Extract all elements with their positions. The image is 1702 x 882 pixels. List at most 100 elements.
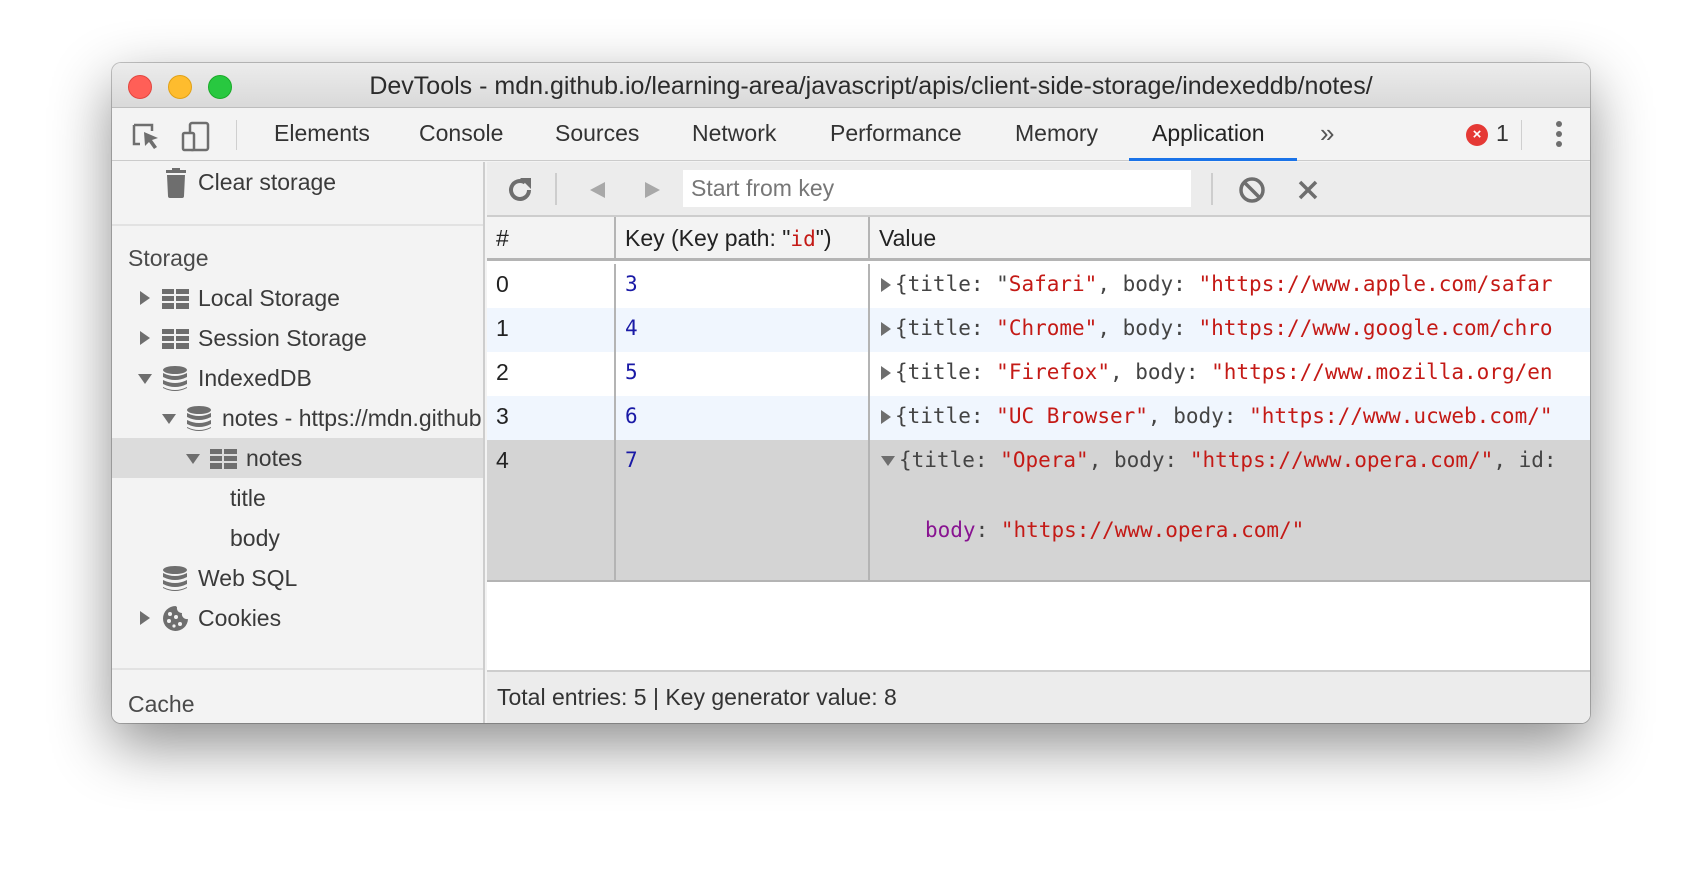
device-toolbar-button[interactable] [180,120,212,152]
next-page-button[interactable] [637,175,667,205]
devtools-window: DevTools - mdn.github.io/learning-area/j… [112,63,1590,723]
sidebar-item-web-sql[interactable]: Web SQL [112,558,483,598]
expand-arrow-icon[interactable] [881,366,891,380]
row-index: 0 [496,271,509,297]
storage-section-heading: Storage [128,245,209,271]
expand-arrow-icon[interactable] [881,322,891,336]
refresh-icon [509,178,531,201]
key-path: id [790,227,816,251]
database-icon [163,566,187,591]
expand-arrow-icon[interactable] [140,331,150,345]
kebab-dot [1556,131,1562,137]
more-tabs-button[interactable]: » [1320,108,1334,161]
table-row[interactable]: 1 4 {title: "Chrome", body: "https://www… [487,308,1590,352]
table-row[interactable]: 0 3 {title: "Safari", body: "https://www… [487,264,1590,308]
sidebar-item-label: IndexedDB [198,365,312,391]
sidebar-item-label: Local Storage [198,285,340,311]
collapse-arrow-icon[interactable] [881,456,895,466]
row-index: 1 [496,315,509,341]
column-header-key[interactable]: Key (Key path: "id") [614,217,868,258]
grid-header: # Key (Key path: "id") Value [487,217,1590,261]
body-value: https://www.opera.com/ [1202,448,1481,472]
expand-arrow-icon[interactable] [881,278,891,292]
expand-arrow-icon[interactable] [140,291,150,305]
title-bar: DevTools - mdn.github.io/learning-area/j… [112,63,1590,108]
table-icon [162,329,189,349]
key-header-prefix: Key (Key path: " [625,225,791,251]
sidebar-item-label: Session Storage [198,325,367,351]
cache-section-heading: Cache [128,691,195,717]
start-from-key-input[interactable] [683,170,1191,207]
title-value: Chrome [1008,316,1085,340]
more-options-button[interactable] [1555,121,1563,149]
kebab-dot [1556,121,1562,127]
table-row[interactable]: 2 5 {title: "Firefox", body: "https://ww… [487,352,1590,396]
tab-console[interactable]: Console [419,108,503,161]
sidebar-item-label: notes - https://mdn.github.io [222,405,483,431]
column-header-index[interactable]: # [487,217,614,258]
delete-selected-button[interactable] [1293,175,1323,205]
table-row[interactable]: 3 6 {title: "UC Browser", body: "https:/… [487,396,1590,440]
collapse-arrow-icon[interactable] [186,454,200,464]
row-key: 7 [614,440,868,580]
object-property: body: "https://www.opera.com/" [925,518,1305,542]
sidebar-item-clear-storage[interactable]: Clear storage [112,162,483,202]
table-row-selected[interactable]: 4 7 {title: "Opera", body: "https://www.… [487,440,1590,580]
error-icon[interactable]: × [1466,124,1488,146]
expand-arrow-icon[interactable] [140,611,150,625]
tab-network[interactable]: Network [692,108,776,161]
collapse-arrow-icon[interactable] [138,374,152,384]
tab-sources[interactable]: Sources [555,108,639,161]
row-key: 3 [614,264,868,308]
block-icon [1239,177,1265,203]
previous-page-button[interactable] [583,175,613,205]
panel-tabbar: Elements Console Sources Network Perform… [112,108,1590,161]
row-value: {title: "Firefox", body: "https://www.mo… [868,352,1590,396]
body-value: https://www.apple.com/safar [1211,272,1553,296]
triangle-left-icon [590,182,605,198]
sidebar-item-notes-database[interactable]: notes - https://mdn.github.io [112,398,483,438]
row-value: {title: "Opera", body: "https://www.oper… [868,440,1590,580]
tab-application[interactable]: Application [1152,108,1265,161]
clear-object-store-button[interactable] [1237,175,1267,205]
tab-memory[interactable]: Memory [1015,108,1098,161]
sidebar-item-indexeddb[interactable]: IndexedDB [112,358,483,398]
title-value: Firefox [1008,360,1098,384]
table-icon [210,449,237,469]
sidebar-divider [112,668,483,670]
expand-arrow-icon[interactable] [881,410,891,424]
tab-performance[interactable]: Performance [830,108,962,161]
sidebar-item-body-index[interactable]: body [112,518,483,558]
refresh-button[interactable] [505,175,535,205]
row-key: 4 [614,308,868,352]
sidebar-item-notes-store[interactable]: notes [112,438,483,478]
database-icon [163,366,187,391]
device-mode-icon [181,121,210,152]
sidebar-item-local-storage[interactable]: Local Storage [112,278,483,318]
status-footer: Total entries: 5 | Key generator value: … [487,670,1590,723]
inspect-element-button[interactable] [130,120,162,152]
sidebar-item-cookies[interactable]: Cookies [112,598,483,638]
active-tab-indicator [1129,158,1297,161]
data-toolbar [487,162,1590,217]
title-value: UC Browser [1008,404,1136,428]
trash-icon [166,168,186,198]
body-value: https://www.ucweb.com/" [1261,404,1553,428]
sidebar-item-session-storage[interactable]: Session Storage [112,318,483,358]
sidebar-item-title-index[interactable]: title [112,478,483,518]
sidebar-divider [112,224,483,226]
indexeddb-object-store-view: # Key (Key path: "id") Value 0 3 {title:… [487,162,1590,723]
row-value: {title: "UC Browser", body: "https://www… [868,396,1590,440]
tab-elements[interactable]: Elements [274,108,370,161]
error-count[interactable]: 1 [1496,108,1509,159]
collapse-arrow-icon[interactable] [162,414,176,424]
title-value: Opera [1012,448,1077,472]
column-header-value[interactable]: Value [868,217,1590,258]
sidebar-item-label: notes [246,445,303,471]
row-value: {title: "Safari", body: "https://www.app… [868,264,1590,308]
row-index: 4 [496,447,509,473]
toolbar-divider [555,173,557,205]
row-value: {title: "Chrome", body: "https://www.goo… [868,308,1590,352]
sidebar-item-label: body [230,525,280,551]
sidebar-item-label: title [230,485,266,511]
